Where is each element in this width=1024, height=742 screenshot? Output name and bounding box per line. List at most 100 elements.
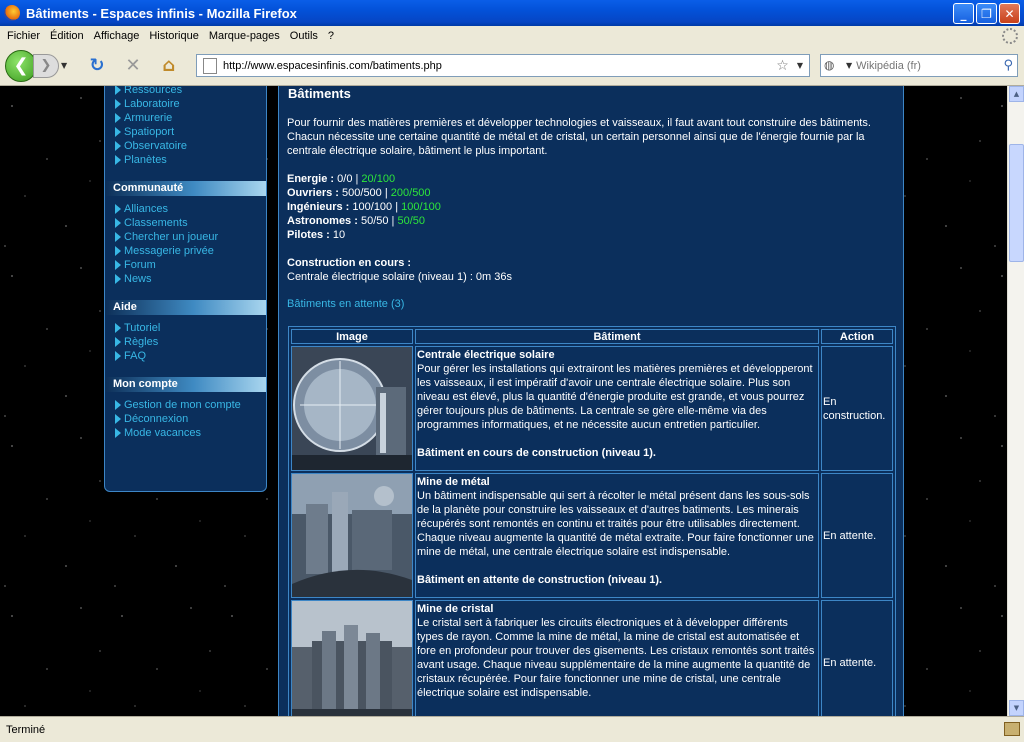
sidebar-section-communaute: Communauté xyxy=(105,181,266,196)
reload-icon[interactable]: ↻ xyxy=(85,54,109,78)
triangle-icon xyxy=(115,204,121,214)
navigation-toolbar: ❮ ❯ ▼ ↻ ✕ ⌂ ☆ ▼ ◍ ▼ ⚲ xyxy=(0,46,1024,86)
waiting-buildings-link[interactable]: Bâtiments en attente (3) xyxy=(287,298,404,310)
stat-ouvriers: Ouvriers : 500/500 | 200/500 xyxy=(287,187,431,199)
building-description: Un bâtiment indispensable qui sert à réc… xyxy=(417,490,814,558)
table-row: Centrale électrique solaire Pour gérer l… xyxy=(291,346,893,471)
search-engine-dropdown-icon[interactable]: ▼ xyxy=(846,61,852,70)
sidebar-item-chercher-joueur[interactable]: Chercher un joueur xyxy=(105,230,266,244)
triangle-icon xyxy=(115,155,121,165)
search-icon[interactable]: ⚲ xyxy=(1003,58,1013,73)
building-name: Mine de métal xyxy=(417,476,490,488)
page-icon xyxy=(203,57,217,74)
url-bar[interactable]: ☆ ▼ xyxy=(196,54,810,77)
menu-marque-pages[interactable]: Marque-pages xyxy=(209,30,280,42)
scroll-thumb[interactable] xyxy=(1009,144,1024,262)
search-engine-icon[interactable]: ◍ xyxy=(824,58,844,74)
table-row: Mine de métal Un bâtiment indispensable … xyxy=(291,473,893,598)
status-bar: Terminé xyxy=(0,716,1024,742)
minimize-button[interactable]: _ xyxy=(953,3,974,24)
triangle-icon xyxy=(115,99,121,109)
triangle-icon xyxy=(115,351,121,361)
url-input[interactable] xyxy=(223,59,777,72)
search-bar[interactable]: ◍ ▼ ⚲ xyxy=(820,54,1018,77)
sidebar-item-classements[interactable]: Classements xyxy=(105,216,266,230)
building-name: Centrale électrique solaire xyxy=(417,349,555,361)
sidebar-item-observatoire[interactable]: Observatoire xyxy=(105,139,266,153)
table-row: Mine de cristal Le cristal sert à fabriq… xyxy=(291,600,893,716)
vertical-scrollbar[interactable]: ▲ ▼ xyxy=(1007,86,1024,716)
building-description: Pour gérer les installations qui extrair… xyxy=(417,363,813,431)
sidebar-item-messagerie[interactable]: Messagerie privée xyxy=(105,244,266,258)
triangle-icon xyxy=(115,274,121,284)
sidebar-item-regles[interactable]: Règles xyxy=(105,335,266,349)
bookmark-star-icon[interactable]: ☆ xyxy=(776,58,789,74)
window-title: Bâtiments - Espaces infinis - Mozilla Fi… xyxy=(26,5,297,21)
stat-ingenieurs: Ingénieurs : 100/100 | 100/100 xyxy=(287,201,441,213)
building-description-cell: Mine de métal Un bâtiment indispensable … xyxy=(415,473,819,598)
triangle-icon xyxy=(115,127,121,137)
stat-pilotes: Pilotes : 10 xyxy=(287,229,346,241)
throbber-icon xyxy=(1002,28,1018,44)
menu-fichier[interactable]: Fichier xyxy=(7,30,40,42)
triangle-icon xyxy=(115,414,121,424)
home-icon[interactable]: ⌂ xyxy=(157,54,181,78)
triangle-icon xyxy=(115,246,121,256)
menu-edition[interactable]: Édition xyxy=(50,30,84,42)
triangle-icon xyxy=(115,260,121,270)
building-description: Le cristal sert à fabriquer les circuits… xyxy=(417,617,815,699)
sidebar-item-spatioport[interactable]: Spatioport xyxy=(105,125,266,139)
stat-energie: Energie : 0/0 | 20/100 xyxy=(287,173,396,185)
sidebar-item-gestion-compte[interactable]: Gestion de mon compte xyxy=(105,398,266,412)
menu-help[interactable]: ? xyxy=(328,30,334,42)
col-header-batiment: Bâtiment xyxy=(415,329,819,344)
window-titlebar: Bâtiments - Espaces infinis - Mozilla Fi… xyxy=(0,0,1024,26)
triangle-icon xyxy=(115,232,121,242)
menu-historique[interactable]: Historique xyxy=(149,30,199,42)
addon-status-icon[interactable] xyxy=(1004,722,1020,736)
solar-plant-image xyxy=(292,347,412,470)
sidebar-item-alliances[interactable]: Alliances xyxy=(105,202,266,216)
building-action: En attente. xyxy=(821,473,893,598)
sidebar-item-forum[interactable]: Forum xyxy=(105,258,266,272)
triangle-icon xyxy=(115,400,121,410)
scroll-down-icon[interactable]: ▼ xyxy=(1009,700,1024,716)
sidebar-item-armurerie[interactable]: Armurerie xyxy=(105,111,266,125)
col-header-action: Action xyxy=(821,329,893,344)
search-input[interactable] xyxy=(856,59,1004,72)
url-dropdown-icon[interactable]: ▼ xyxy=(797,61,803,70)
menu-outils[interactable]: Outils xyxy=(290,30,318,42)
triangle-icon xyxy=(115,218,121,228)
stop-icon[interactable]: ✕ xyxy=(121,54,145,78)
sidebar-item-tutoriel[interactable]: Tutoriel xyxy=(105,321,266,335)
forward-button[interactable]: ❯ xyxy=(33,53,59,78)
menu-affichage[interactable]: Affichage xyxy=(94,30,140,42)
sidebar-item-deconnexion[interactable]: Déconnexion xyxy=(105,412,266,426)
triangle-icon xyxy=(115,323,121,333)
sidebar-item-faq[interactable]: FAQ xyxy=(105,349,266,363)
sidebar-item-mode-vacances[interactable]: Mode vacances xyxy=(105,426,266,440)
sidebar-item-ressources[interactable]: Ressources xyxy=(105,86,266,97)
building-image-cell xyxy=(291,473,413,598)
page-title: Bâtiments xyxy=(288,86,351,101)
history-dropdown-icon[interactable]: ▼ xyxy=(61,61,73,70)
sidebar-item-laboratoire[interactable]: Laboratoire xyxy=(105,97,266,111)
stat-astronomes: Astronomes : 50/50 | 50/50 xyxy=(287,215,426,227)
page-viewport: Ressources Laboratoire Armurerie Spatiop… xyxy=(0,86,1007,716)
metal-mine-image xyxy=(292,474,412,597)
scroll-up-icon[interactable]: ▲ xyxy=(1009,86,1024,102)
buildings-table: Image Bâtiment Action Centrale électriqu… xyxy=(288,326,896,716)
crystal-mine-image xyxy=(292,601,412,716)
sidebar-item-planetes[interactable]: Planètes xyxy=(105,153,266,167)
sidebar-section-aide: Aide xyxy=(105,300,266,315)
building-image-cell xyxy=(291,600,413,716)
building-action: En attente. xyxy=(821,600,893,716)
sidebar-item-news[interactable]: News xyxy=(105,272,266,286)
close-button[interactable]: ✕ xyxy=(999,3,1020,24)
building-description-cell: Centrale électrique solaire Pour gérer l… xyxy=(415,346,819,471)
maximize-button[interactable]: ❐ xyxy=(976,3,997,24)
intro-text: Pour fournir des matières premières et d… xyxy=(287,117,871,157)
main-content: Bâtiments Pour fournir des matières prem… xyxy=(278,86,904,716)
building-description-cell: Mine de cristal Le cristal sert à fabriq… xyxy=(415,600,819,716)
construction-in-progress: Construction en cours : Centrale électri… xyxy=(287,257,513,283)
